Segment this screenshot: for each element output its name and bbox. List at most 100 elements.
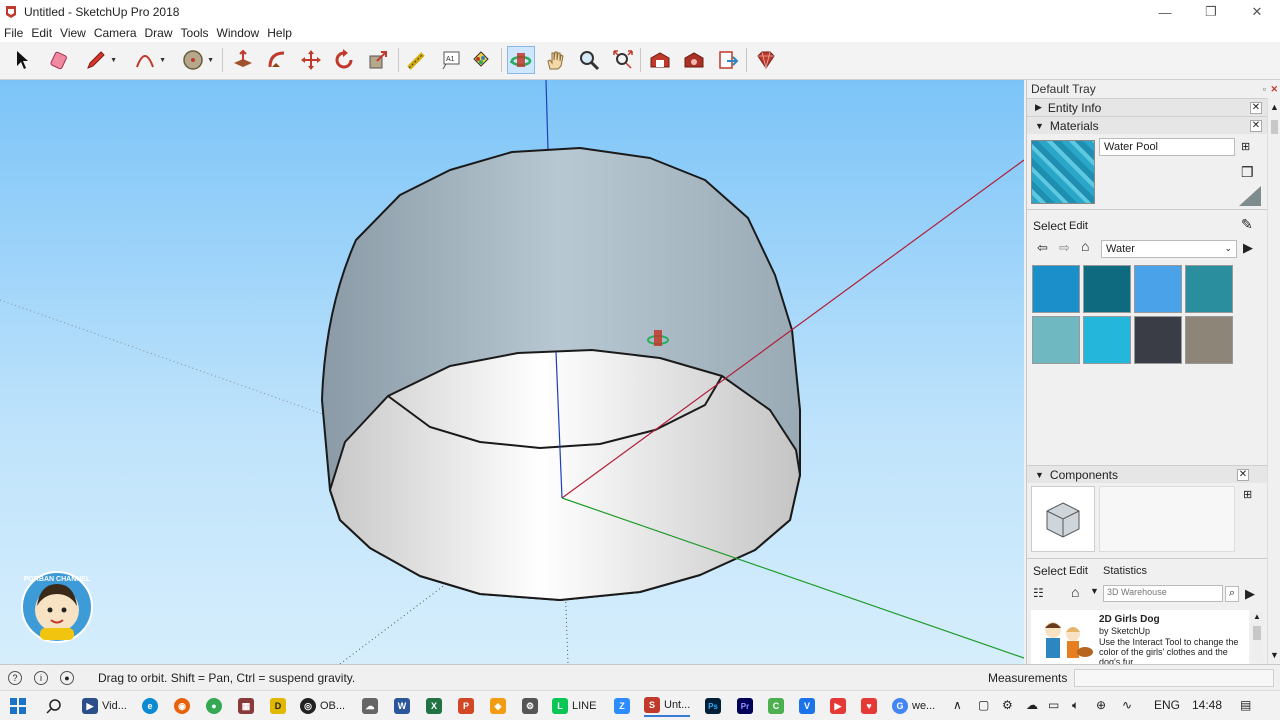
component-list-scrollbar[interactable]: ▲ — [1251, 612, 1263, 662]
push-pull-tool[interactable] — [229, 46, 257, 74]
close-icon[interactable]: ✕ — [1250, 119, 1262, 132]
menu-camera[interactable]: Camera — [90, 26, 141, 40]
select-tool[interactable] — [9, 46, 37, 74]
components-edit-tab[interactable]: Edit — [1069, 565, 1088, 577]
eraser-tool[interactable] — [46, 46, 74, 74]
pan-tool[interactable] — [541, 46, 569, 74]
language-indicator[interactable]: ENG — [1154, 698, 1180, 712]
chevron-down-icon[interactable]: ▼ — [110, 57, 117, 64]
measurements-input[interactable] — [1074, 668, 1274, 687]
scrollbar-thumb[interactable] — [1271, 120, 1278, 134]
close-icon[interactable]: ✕ — [1237, 468, 1249, 481]
taskbar-cloud-app[interactable]: ☁ — [362, 695, 382, 717]
chevron-down-icon[interactable]: ▼ — [159, 57, 166, 64]
taskbar-video-app[interactable]: ▶ Vid... — [82, 695, 127, 717]
taskbar-sketchup-app[interactable]: S Unt... — [644, 695, 691, 717]
chevron-down-icon[interactable]: ▼ — [1090, 586, 1099, 596]
3d-warehouse-tool[interactable] — [646, 46, 674, 74]
material-swatch[interactable] — [1083, 265, 1131, 313]
view-options-icon[interactable]: ☷ — [1033, 586, 1044, 600]
taskbar-premiere-app[interactable]: Pr — [737, 695, 757, 717]
details-arrow-icon[interactable]: ▶ — [1243, 240, 1253, 256]
tray-scrollbar[interactable]: ▲ ▼ — [1267, 98, 1280, 664]
line-tool[interactable]: ▼ — [82, 46, 117, 74]
taskbar-line-app[interactable]: L LINE — [552, 695, 596, 717]
send-to-layout-tool[interactable] — [714, 46, 742, 74]
create-material-icon[interactable]: ⊞ — [1241, 140, 1250, 153]
credits-icon[interactable]: i — [34, 670, 48, 685]
sample-paint-icon[interactable] — [1239, 186, 1261, 206]
bluetooth-icon[interactable]: ⚙ — [1002, 698, 1013, 712]
battery-icon[interactable]: ▭ — [1048, 698, 1059, 712]
material-library-select[interactable]: Water ⌄ — [1101, 240, 1237, 258]
orbit-tool[interactable] — [507, 46, 535, 74]
clock[interactable]: 14:48 — [1192, 698, 1222, 712]
taskbar-obs-app[interactable]: ◎ OB... — [300, 695, 345, 717]
chevron-up-icon[interactable]: ∧ — [953, 698, 962, 712]
components-statistics-tab[interactable]: Statistics — [1103, 565, 1147, 577]
shapes-tool[interactable]: ▼ — [179, 46, 214, 74]
tape-measure-tool[interactable] — [403, 46, 431, 74]
materials-select-tab[interactable]: Select — [1033, 219, 1066, 233]
create-component-icon[interactable]: ⊞ — [1243, 488, 1252, 501]
taskbar-zoom-app[interactable]: Z — [614, 695, 634, 717]
material-swatch[interactable] — [1134, 316, 1182, 364]
material-swatch[interactable] — [1134, 265, 1182, 313]
cloud-icon[interactable]: ☁ — [1026, 698, 1038, 712]
taskbar-red-app[interactable]: ♥ — [861, 695, 881, 717]
menu-window[interactable]: Window — [213, 26, 264, 40]
close-button[interactable]: ✕ — [1234, 0, 1280, 24]
menu-tools[interactable]: Tools — [177, 26, 213, 40]
paint-bucket-tool[interactable] — [467, 46, 495, 74]
materials-edit-tab[interactable]: Edit — [1069, 220, 1088, 232]
taskbar-grid-app[interactable]: ▦ — [238, 695, 258, 717]
taskbar-settings-app[interactable]: ⚙ — [522, 695, 542, 717]
arc-tool[interactable]: ▼ — [131, 46, 166, 74]
search-icon[interactable]: ⌕ — [1225, 586, 1239, 602]
home-icon[interactable]: ⌂ — [1081, 238, 1089, 254]
move-tool[interactable] — [297, 46, 325, 74]
component-search-input[interactable]: 3D Warehouse — [1103, 585, 1223, 602]
minimize-button[interactable]: — — [1142, 0, 1188, 24]
volume-icon[interactable]: 🔈︎ — [1072, 698, 1079, 713]
taskbar-chrome-app[interactable]: ● — [206, 695, 226, 717]
model-canvas[interactable] — [0, 80, 1024, 664]
material-swatch[interactable] — [1032, 316, 1080, 364]
notification-icon[interactable]: ▤ — [1240, 698, 1251, 712]
material-swatch[interactable] — [1185, 316, 1233, 364]
component-list[interactable]: 2D Girls Dog by SketchUp Use the Interac… — [1031, 610, 1249, 664]
chevron-up-icon[interactable]: ▲ — [1270, 102, 1279, 112]
zoom-extents-tool[interactable] — [609, 46, 637, 74]
menu-draw[interactable]: Draw — [141, 26, 177, 40]
wifi-icon[interactable]: ∿ — [1122, 698, 1132, 712]
material-swatch[interactable] — [1185, 265, 1233, 313]
material-name-field[interactable]: Water Pool — [1099, 138, 1235, 156]
globe-icon[interactable]: ⊕ — [1096, 698, 1106, 712]
geolocation-icon[interactable]: ? — [8, 670, 22, 685]
tray-close-icon[interactable]: ✕ — [1270, 84, 1278, 95]
close-icon[interactable]: ✕ — [1250, 101, 1262, 114]
extension-warehouse-tool[interactable] — [680, 46, 708, 74]
search-icon[interactable] — [46, 698, 62, 714]
drawing-viewport[interactable]: PORBAN CHANNEL — [0, 80, 1024, 664]
details-arrow-icon[interactable]: ▶ — [1245, 586, 1255, 602]
chevron-up-icon[interactable]: ▲ — [1253, 612, 1261, 621]
taskbar-orange-app[interactable]: ◆ — [490, 695, 510, 717]
maximize-button[interactable]: ❐ — [1188, 0, 1234, 24]
material-swatch[interactable] — [1032, 265, 1080, 313]
scrollbar-thumb[interactable] — [1253, 626, 1261, 640]
chevron-down-icon[interactable]: ▼ — [207, 57, 214, 64]
menu-file[interactable]: File — [0, 26, 27, 40]
back-arrow-icon[interactable]: ⇦ — [1037, 240, 1048, 256]
menu-help[interactable]: Help — [263, 26, 296, 40]
menu-edit[interactable]: Edit — [27, 26, 56, 40]
scale-tool[interactable] — [364, 46, 392, 74]
rotate-tool[interactable] — [330, 46, 358, 74]
text-tool[interactable]: A1 — [437, 46, 465, 74]
taskbar-excel-app[interactable]: X — [426, 695, 446, 717]
windows-start-icon[interactable] — [10, 698, 26, 714]
taskbar-photoshop-app[interactable]: Ps — [705, 695, 725, 717]
taskbar-powerpoint-app[interactable]: P — [458, 695, 478, 717]
user-icon[interactable]: ● — [60, 670, 74, 685]
forward-arrow-icon[interactable]: ⇨ — [1059, 240, 1070, 256]
